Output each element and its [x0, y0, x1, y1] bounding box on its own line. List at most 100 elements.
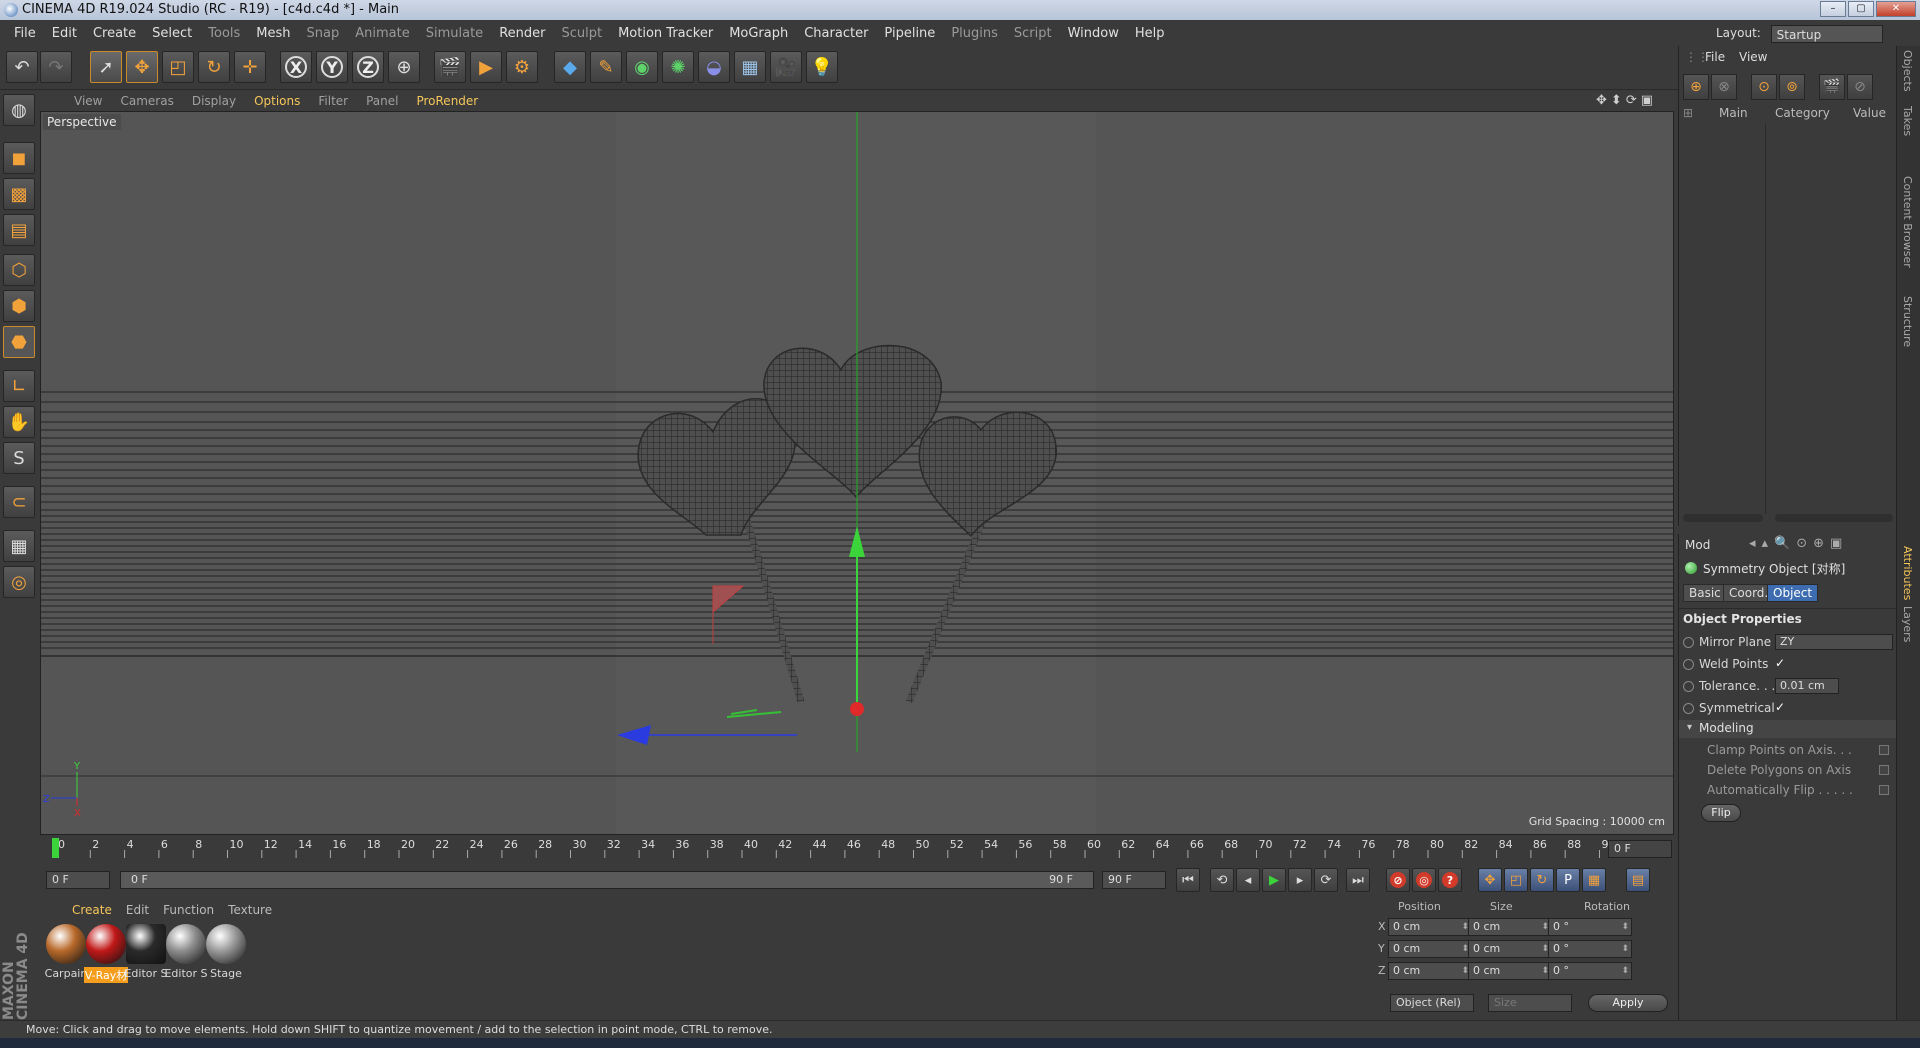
render-settings-icon[interactable]: ⚙ — [506, 51, 538, 83]
record-point-level-icon[interactable]: ▦ — [1582, 868, 1606, 892]
make-editable-icon[interactable]: ◍ — [3, 94, 35, 126]
coord-rot-field[interactable]: 0 ° — [1548, 940, 1632, 958]
take-tool-icon[interactable]: ⊕ — [1683, 74, 1709, 100]
material-swatch[interactable]: Editor S — [164, 924, 208, 984]
coord-size-field[interactable]: 0 cm — [1468, 962, 1552, 980]
clamp-points-checkbox[interactable] — [1879, 745, 1889, 755]
viewport-menu-options[interactable]: Options — [245, 94, 309, 108]
record-active-objects-icon[interactable]: ⊘ — [1386, 868, 1410, 892]
viewport-menu-display[interactable]: Display — [183, 94, 245, 108]
solo-mode-icon[interactable]: S — [3, 442, 35, 474]
menu-sculpt[interactable]: Sculpt — [553, 26, 610, 41]
coord-rot-field[interactable]: 0 ° — [1548, 918, 1632, 936]
redo-icon[interactable]: ↷ — [40, 51, 72, 83]
material-name[interactable]: Carpain — [44, 967, 88, 980]
lock-override-icon[interactable]: ⊚ — [1779, 74, 1805, 100]
deformer-icon[interactable]: ◒ — [698, 51, 730, 83]
layout-dropdown[interactable]: Startup — [1770, 24, 1883, 43]
menu-help[interactable]: Help — [1127, 26, 1173, 41]
preview-range-slider[interactable]: 0 F 90 F — [120, 871, 1094, 889]
material-name[interactable]: V-Ray材 — [84, 967, 128, 983]
subdivision-surface-icon[interactable]: ◉ — [626, 51, 658, 83]
previous-key-icon[interactable]: ⟲ — [1210, 868, 1234, 892]
render-view-icon[interactable]: 🎬 — [434, 51, 466, 83]
size-mode-dropdown[interactable]: Size — [1488, 994, 1572, 1012]
mirror-plane-keyframe-dot[interactable] — [1683, 637, 1694, 648]
side-tab-layers[interactable]: Layers — [1901, 606, 1914, 642]
modeling-group-header[interactable]: ▾ Modeling — [1679, 720, 1897, 738]
viewport-menu-filter[interactable]: Filter — [309, 94, 357, 108]
tab-object[interactable]: Object — [1767, 584, 1819, 602]
material-menu-texture[interactable]: Texture — [221, 903, 279, 917]
close-button[interactable]: ✕ — [1876, 1, 1916, 17]
menu-snap[interactable]: Snap — [299, 26, 348, 41]
render-take-icon[interactable]: 🎬 — [1819, 74, 1845, 100]
mirror-plane-dropdown[interactable]: ZY — [1775, 634, 1893, 650]
z-axis-lock-icon[interactable]: Z — [352, 51, 384, 83]
keyframe-selection-icon[interactable]: ? — [1438, 868, 1462, 892]
material-menu-create[interactable]: Create — [65, 903, 119, 917]
side-tab-structure[interactable]: Structure — [1901, 296, 1914, 347]
workplane-mode-icon[interactable]: ▤ — [3, 214, 35, 246]
symmetrical-checkbox[interactable]: ✓ — [1775, 701, 1788, 714]
autokeying-icon[interactable]: ◎ — [1412, 868, 1436, 892]
menu-edit[interactable]: Edit — [44, 26, 85, 41]
record-parameter-icon[interactable]: P — [1556, 868, 1580, 892]
record-rotation-icon[interactable]: ↻ — [1530, 868, 1554, 892]
material-name[interactable]: Editor S — [164, 967, 208, 980]
objects-menu-view[interactable]: View — [1739, 50, 1767, 64]
coordinate-system-icon[interactable]: ⊕ — [388, 51, 420, 83]
light-icon[interactable]: 💡 — [806, 51, 838, 83]
override-icon[interactable]: ⊗ — [1711, 74, 1737, 100]
menu-character[interactable]: Character — [796, 26, 876, 41]
menu-file[interactable]: File — [6, 26, 44, 41]
render-picture-viewer-icon[interactable]: ▶ — [470, 51, 502, 83]
menu-animate[interactable]: Animate — [347, 26, 417, 41]
menu-select[interactable]: Select — [144, 26, 200, 41]
record-scale-icon[interactable]: ◰ — [1504, 868, 1528, 892]
weld-points-checkbox[interactable]: ✓ — [1775, 657, 1788, 670]
objects-menu-file[interactable]: File — [1705, 50, 1725, 64]
scene-canvas[interactable]: Y Z X — [41, 112, 1674, 835]
horizontal-scrollbar-right[interactable] — [1775, 514, 1893, 522]
rotate-tool-icon[interactable]: ↻ — [198, 51, 230, 83]
timeline-window-icon[interactable]: ▤ — [1626, 868, 1650, 892]
menu-script[interactable]: Script — [1006, 26, 1060, 41]
viewport-menu-cameras[interactable]: Cameras — [111, 94, 182, 108]
auto-take-icon[interactable]: ⊙ — [1751, 74, 1777, 100]
expand-icon[interactable]: ⊞ — [1683, 106, 1693, 120]
material-preview-ball[interactable] — [46, 924, 86, 964]
viewport-camera-label[interactable]: Perspective — [43, 114, 121, 130]
timeline-ruler-svg[interactable]: 0 2 4 6 8 10 12 14 16 18 20 22 24 26 28 30 32 34 36 38 40 42 4… — [40, 836, 1616, 860]
live-selection-icon[interactable]: ➚ — [90, 51, 122, 83]
edges-mode-icon[interactable]: ⬢ — [3, 290, 35, 322]
go-to-start-icon[interactable]: ⏮ — [1176, 868, 1200, 892]
apply-button[interactable]: Apply — [1588, 994, 1668, 1012]
timeline-ruler[interactable]: 0 2 4 6 8 10 12 14 16 18 20 22 24 26 28 30 32 34 36 38 40 42 4… — [40, 836, 1674, 860]
scale-tool-icon[interactable]: ◰ — [162, 51, 194, 83]
side-tab-takes[interactable]: Takes — [1901, 106, 1914, 136]
filter-takes-icon[interactable]: ⊘ — [1847, 74, 1873, 100]
coord-rot-field[interactable]: 0 ° — [1548, 962, 1632, 980]
material-swatch[interactable]: V-Ray材 — [84, 924, 128, 984]
play-forward-icon[interactable]: ▶ — [1262, 868, 1286, 892]
x-axis-lock-icon[interactable]: X — [280, 51, 312, 83]
symmetrical-keyframe-dot[interactable] — [1683, 703, 1694, 714]
viewport-menu-prorender[interactable]: ProRender — [407, 94, 487, 108]
material-menu-edit[interactable]: Edit — [119, 903, 156, 917]
polygons-mode-icon[interactable]: ⬣ — [3, 326, 35, 358]
undo-icon[interactable]: ↶ — [6, 51, 38, 83]
material-preview-ball[interactable] — [166, 924, 206, 964]
material-swatch[interactable]: Editor S — [124, 924, 168, 984]
cloner-icon[interactable]: ✺ — [662, 51, 694, 83]
auto-flip-checkbox[interactable] — [1879, 785, 1889, 795]
points-mode-icon[interactable]: ⬡ — [3, 254, 35, 286]
menu-create[interactable]: Create — [85, 26, 144, 41]
axis-mode-icon[interactable]: ∟ — [3, 370, 35, 402]
preview-end-field[interactable]: 90 F — [1102, 871, 1166, 889]
column-category[interactable]: Category — [1775, 106, 1830, 120]
y-axis-lock-icon[interactable]: Y — [316, 51, 348, 83]
attributes-mode-menu[interactable]: Mod — [1685, 538, 1710, 552]
go-to-end-icon[interactable]: ⏭ — [1346, 868, 1370, 892]
tolerance-field[interactable]: 0.01 cm — [1775, 678, 1839, 694]
